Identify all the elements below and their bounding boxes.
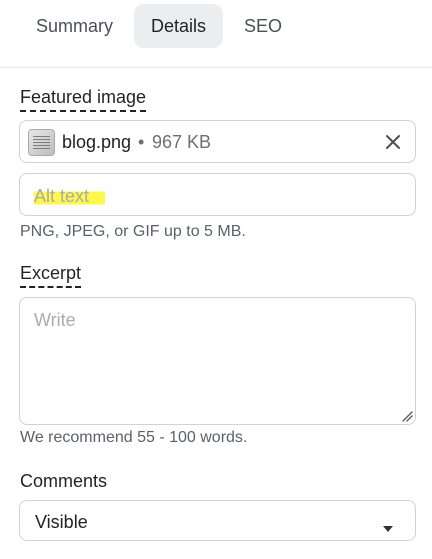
close-icon[interactable] xyxy=(381,130,405,154)
tab-seo[interactable]: SEO xyxy=(228,4,298,48)
alt-text-placeholder: Alt text xyxy=(34,185,106,207)
featured-image-help-text: PNG, JPEG, or GIF up to 5 MB. xyxy=(20,223,246,240)
resize-handle-icon[interactable] xyxy=(399,408,413,422)
comments-select[interactable]: Visible xyxy=(19,500,416,541)
caret-down-icon xyxy=(383,519,393,532)
featured-image-file-field[interactable]: blog.png • 967 KB xyxy=(19,120,416,163)
excerpt-textarea[interactable]: Write xyxy=(19,297,416,425)
file-thumbnail xyxy=(28,129,55,156)
excerpt-heading: Excerpt xyxy=(20,262,82,288)
excerpt-placeholder: Write xyxy=(34,310,76,330)
file-separator: • xyxy=(138,132,145,152)
featured-image-heading: Featured image xyxy=(20,86,147,112)
comments-selected-value: Visible xyxy=(35,512,88,532)
thumbnail-text-lines xyxy=(33,136,50,149)
excerpt-help-text: We recommend 55 - 100 words. xyxy=(20,429,248,446)
alt-text-input[interactable]: Alt text xyxy=(19,173,416,216)
comments-label: Comments xyxy=(20,471,108,491)
tab-details[interactable]: Details xyxy=(134,4,223,48)
file-size: 967 KB xyxy=(152,132,212,152)
tab-bar: Summary Details SEO xyxy=(0,0,432,68)
file-name: blog.png xyxy=(62,132,132,152)
tab-summary[interactable]: Summary xyxy=(20,4,129,48)
